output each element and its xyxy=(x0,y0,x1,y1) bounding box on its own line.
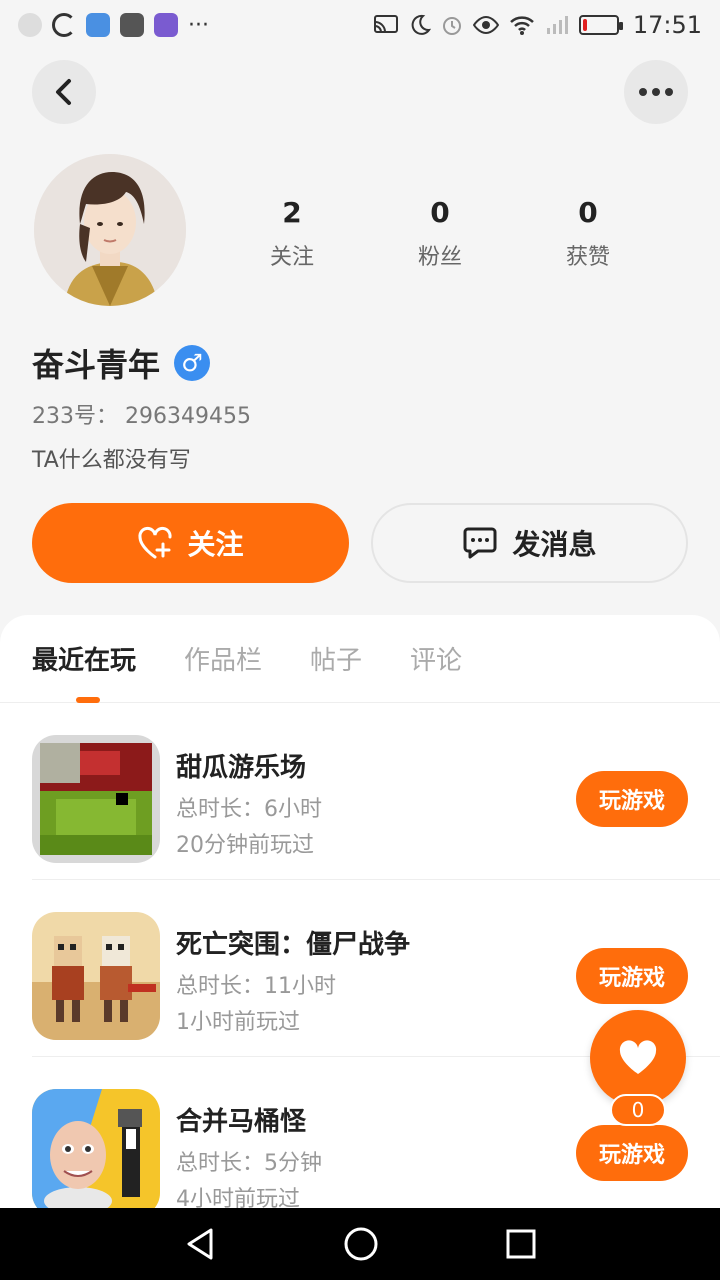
app-notification-icon xyxy=(86,13,110,37)
alarm-icon xyxy=(442,17,461,35)
user-bio: TA什么都没有写 xyxy=(32,448,191,473)
nav-back-icon[interactable] xyxy=(183,1227,217,1261)
status-bar: ··· 17:51 xyxy=(0,0,720,50)
more-notifications-icon: ··· xyxy=(188,12,209,38)
play-game-button[interactable]: 玩游戏 xyxy=(576,771,688,827)
like-count-badge: 0 xyxy=(610,1094,666,1126)
game-last-played: 4小时前玩过 xyxy=(176,1187,300,1208)
bag-notification-icon xyxy=(120,13,144,37)
game-last-played: 20分钟前玩过 xyxy=(176,833,314,858)
dead-ahead-icon[interactable] xyxy=(32,912,160,1040)
tab-works[interactable]: 作品栏 xyxy=(184,640,262,677)
send-message-label: 发消息 xyxy=(512,528,597,561)
heart-icon xyxy=(619,1040,657,1074)
heart-plus-icon xyxy=(138,526,172,559)
tab-posts[interactable]: 帖子 xyxy=(310,640,362,677)
system-icons: 17:51 xyxy=(373,11,702,39)
game-title: 合并马桶怪 xyxy=(176,1107,307,1137)
wifi-icon xyxy=(509,16,534,35)
followers-count: 0 xyxy=(430,196,450,229)
cast-icon xyxy=(373,15,398,33)
game-total-duration: 总时长：5分钟 xyxy=(176,1151,322,1176)
likes-count: 0 xyxy=(578,196,598,229)
loading-icon xyxy=(52,13,76,37)
likes-stat[interactable]: 0 获赞 xyxy=(514,196,662,271)
notification-icons: ··· xyxy=(18,13,209,38)
profile-stats: 2 关注 0 粉丝 0 获赞 xyxy=(218,196,662,271)
more-button[interactable] xyxy=(624,60,688,124)
eye-icon xyxy=(472,15,499,35)
melon-playground-icon[interactable] xyxy=(32,735,160,863)
game-list-item[interactable]: 甜瓜游乐场 总时长：6小时 20分钟前玩过 玩游戏 xyxy=(0,703,720,880)
game-title: 死亡突围：僵尸战争 xyxy=(176,930,411,960)
nav-recents-icon[interactable] xyxy=(505,1228,537,1260)
more-dots-icon xyxy=(639,88,673,96)
male-gender-icon: ♂ xyxy=(174,345,211,381)
back-button[interactable] xyxy=(32,60,96,124)
nav-home-icon[interactable] xyxy=(343,1226,379,1262)
tab-recently-played[interactable]: 最近在玩 xyxy=(32,640,136,677)
play-game-button[interactable]: 玩游戏 xyxy=(576,948,688,1004)
likes-label: 获赞 xyxy=(565,245,610,270)
profile-tabs: 最近在玩 作品栏 帖子 评论 xyxy=(0,615,720,703)
avatar[interactable] xyxy=(34,154,186,306)
followers-stat[interactable]: 0 粉丝 xyxy=(366,196,514,271)
chat-bubble-icon xyxy=(463,527,497,559)
followers-label: 粉丝 xyxy=(417,245,462,270)
game-last-played: 1小时前玩过 xyxy=(176,1010,300,1035)
clock: 17:51 xyxy=(632,11,702,39)
like-fab-button[interactable] xyxy=(590,1010,686,1106)
following-stat[interactable]: 2 关注 xyxy=(218,196,366,271)
game-total-duration: 总时长：11小时 xyxy=(176,974,336,999)
game-notification-icon xyxy=(154,13,178,37)
avatar-portrait-image xyxy=(34,154,186,306)
toilet-monster-icon[interactable] xyxy=(32,1089,160,1208)
system-nav-bar xyxy=(0,1208,720,1280)
game-total-duration: 总时长：6小时 xyxy=(176,797,322,822)
game-title: 甜瓜游乐场 xyxy=(176,753,307,783)
battery-icon xyxy=(578,15,623,35)
moon-icon xyxy=(411,14,431,35)
weather-icon xyxy=(18,13,42,37)
username: 奋斗青年 xyxy=(32,346,161,384)
following-count: 2 xyxy=(282,196,302,229)
send-message-button[interactable]: 发消息 xyxy=(371,503,688,583)
play-game-button[interactable]: 玩游戏 xyxy=(576,1125,688,1181)
chevron-left-icon xyxy=(56,79,71,105)
user-id: 233号： 296349455 xyxy=(32,404,251,429)
follow-button[interactable]: 关注 xyxy=(32,503,349,583)
follow-button-label: 关注 xyxy=(187,528,244,561)
signal-icon xyxy=(546,16,568,34)
username-row: 奋斗青年 ♂ xyxy=(32,340,211,386)
following-label: 关注 xyxy=(269,245,314,270)
tab-comments[interactable]: 评论 xyxy=(410,640,462,677)
